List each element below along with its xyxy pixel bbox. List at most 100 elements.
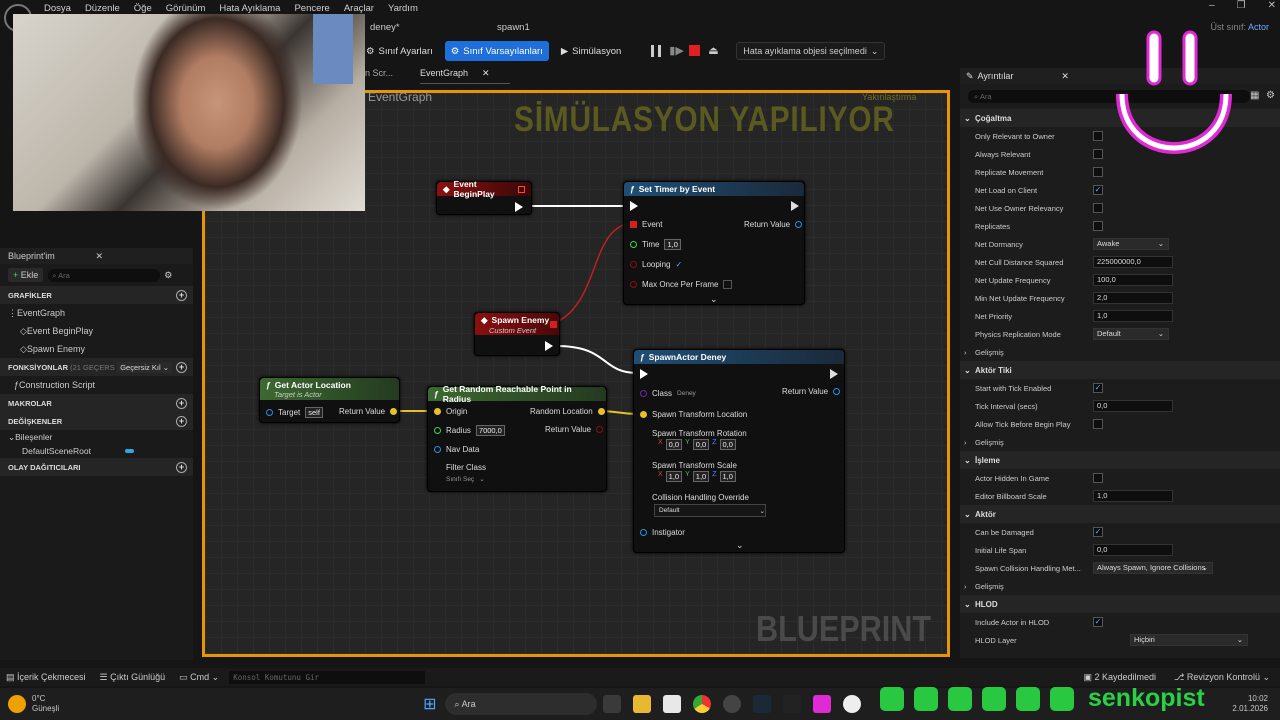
time-field[interactable]: 1,0	[664, 239, 681, 250]
chevron-down-icon[interactable]: ⌄	[710, 294, 718, 305]
exec-out-pin[interactable]	[830, 369, 838, 379]
add-button[interactable]: + Ekle	[8, 268, 44, 282]
weather-widget[interactable]: 0°C Güneşli	[32, 694, 59, 714]
chevron-down-icon[interactable]: ⌄	[736, 540, 744, 551]
random-reachable-point-node[interactable]: ƒ Get Random Reachable Point in Radius Or…	[427, 384, 607, 492]
property-row[interactable]: Net Dormancy Awake ⌄	[960, 235, 1280, 253]
class-value[interactable]: Deney	[677, 390, 696, 397]
add-macro-icon[interactable]: +	[176, 397, 187, 409]
exec-out-pin[interactable]	[545, 341, 553, 351]
property-input[interactable]: 225000000,0	[1093, 256, 1173, 268]
tree-item-eventgraph[interactable]: ⋮ EventGraph	[0, 304, 193, 322]
property-row[interactable]: Net Use Owner Relevancy	[960, 199, 1280, 217]
property-row[interactable]: Initial Life Span 0,0	[960, 541, 1280, 559]
rotation-x-field[interactable]: 0,0	[665, 439, 683, 450]
weather-icon[interactable]	[8, 695, 26, 713]
property-row[interactable]: Physics Replication Mode Default ⌄	[960, 325, 1280, 343]
details-section[interactable]: ⌄ HLOD	[960, 595, 1280, 613]
tree-item-spawn-enemy[interactable]: ◇ Spawn Enemy	[0, 340, 193, 358]
app-icon[interactable]	[812, 695, 831, 713]
radius-field[interactable]: 7000,0	[475, 425, 505, 436]
property-row[interactable]: Allow Tick Before Begin Play	[960, 415, 1280, 433]
recorder-icon[interactable]	[722, 695, 741, 713]
advanced-expander[interactable]: › Gelişmiş	[960, 577, 1280, 595]
add-graph-icon[interactable]: +	[176, 289, 187, 301]
property-row[interactable]: Spawn Collision Handling Met... Always Sp…	[960, 559, 1280, 577]
property-row[interactable]: Net Load on Client ✓	[960, 181, 1280, 199]
property-row[interactable]: Can be Damaged ✓	[960, 523, 1280, 541]
exec-out-pin[interactable]	[515, 202, 523, 212]
property-row[interactable]: Actor Hidden In Game	[960, 469, 1280, 487]
property-checkbox[interactable]	[1093, 203, 1103, 213]
property-checkbox[interactable]	[1093, 131, 1103, 141]
collision-handling-pin[interactable]: Collision Handling Override Default ⌄	[640, 493, 766, 517]
instigator-pin[interactable]: Instigator	[640, 528, 685, 537]
property-input[interactable]: 100,0	[1093, 274, 1173, 286]
gear-icon[interactable]: ⚙	[164, 270, 172, 281]
section-macros[interactable]: MAKROLAR +	[0, 394, 193, 412]
delegate-pin[interactable]	[550, 321, 557, 328]
exec-in-pin[interactable]	[640, 369, 648, 379]
property-checkbox[interactable]: ✓	[1093, 527, 1103, 537]
cmd-dropdown[interactable]: ▭ Cmd ⌄	[179, 672, 219, 683]
return-value-pin[interactable]: Return Value	[339, 407, 398, 416]
class-pin[interactable]: Class Deney	[640, 389, 696, 398]
property-row[interactable]: Net Priority 1,0	[960, 307, 1280, 325]
chrome-icon[interactable]	[692, 695, 711, 713]
property-input[interactable]: 2,0	[1093, 292, 1173, 304]
property-row[interactable]: HLOD Layer Hiçbiri ⌄	[960, 631, 1280, 649]
get-actor-location-node[interactable]: ƒ Get Actor Location Target is Actor Targ…	[259, 377, 400, 423]
property-row[interactable]: Replicates	[960, 217, 1280, 235]
property-row[interactable]: Start with Tick Enabled ✓	[960, 379, 1280, 397]
details-section[interactable]: ⌄ Aktör	[960, 505, 1280, 523]
property-checkbox[interactable]: ✓	[1093, 617, 1103, 627]
delegate-pin[interactable]	[518, 185, 525, 193]
checkmark-icon[interactable]: ✓	[675, 260, 682, 269]
property-dropdown[interactable]: Awake ⌄	[1093, 238, 1169, 250]
output-log-button[interactable]: ☰ Çıktı Günlüğü	[100, 672, 166, 683]
spawn-location-pin[interactable]: Spawn Transform Location	[640, 410, 747, 419]
add-function-icon[interactable]: +	[176, 361, 187, 373]
filter-class-dropdown[interactable]: Sınıfı Seç ⌄	[446, 475, 485, 484]
details-section[interactable]: ⌄ Aktör Tiki	[960, 361, 1280, 379]
advanced-expander[interactable]: › Gelişmiş	[960, 343, 1280, 361]
scale-y-field[interactable]: 1,0	[692, 471, 710, 482]
revision-control-button[interactable]: ⎇ Revizyon Kontrolü ⌄	[1174, 672, 1270, 683]
property-row[interactable]: Tick Interval (secs) 0,0	[960, 397, 1280, 415]
rotation-z-field[interactable]: 0,0	[719, 439, 736, 450]
checkbox[interactable]	[723, 280, 733, 289]
epic-games-icon[interactable]	[782, 695, 801, 713]
section-graphs[interactable]: GRAFİKLER +	[0, 286, 193, 304]
close-icon[interactable]: ✕	[95, 251, 103, 262]
windows-start-icon[interactable]: ⊞	[423, 694, 436, 714]
override-dropdown[interactable]: Geçersiz Kıl ⌄	[117, 361, 172, 373]
property-checkbox[interactable]	[1093, 473, 1103, 483]
random-location-pin[interactable]: Random Location	[530, 407, 605, 416]
property-row[interactable]: Net Update Frequency 100,0	[960, 271, 1280, 289]
spawn-rotation-pin[interactable]: Spawn Transform Rotation X 0,0 Y 0,0 Z 0,0	[640, 429, 747, 450]
property-checkbox[interactable]	[1093, 419, 1103, 429]
details-section[interactable]: ⌄ İşleme	[960, 451, 1280, 469]
property-checkbox[interactable]	[1093, 149, 1103, 159]
search-input[interactable]: ⌕ Ara	[48, 268, 161, 282]
close-icon[interactable]: ✕	[1061, 71, 1069, 82]
event-pin[interactable]: Event	[630, 220, 662, 229]
return-value-pin[interactable]: Return Value	[744, 220, 803, 229]
property-input[interactable]: 0,0	[1093, 400, 1173, 412]
filter-class-pin[interactable]: Filter Class	[434, 463, 486, 472]
add-variable-icon[interactable]: +	[176, 415, 187, 427]
collision-dropdown[interactable]: Default ⌄	[654, 504, 766, 517]
target-pin[interactable]: Target self	[266, 407, 323, 418]
steam-icon[interactable]	[752, 695, 771, 713]
property-input[interactable]: 0,0	[1093, 544, 1173, 556]
add-dispatcher-icon[interactable]: +	[176, 461, 187, 473]
tree-item-construction-script[interactable]: ƒ Construction Script	[0, 376, 193, 394]
property-dropdown[interactable]: Default ⌄	[1093, 328, 1169, 340]
origin-pin[interactable]: Origin	[434, 407, 467, 416]
exec-out-pin[interactable]	[791, 201, 799, 211]
gear-icon[interactable]: ⚙	[1266, 90, 1275, 101]
grid-view-icon[interactable]: ▦	[1250, 90, 1259, 101]
looping-pin[interactable]: Looping ✓	[630, 260, 682, 269]
property-dropdown[interactable]: Hiçbiri ⌄	[1130, 634, 1248, 646]
components-category[interactable]: ⌄ Bileşenler	[0, 430, 193, 444]
